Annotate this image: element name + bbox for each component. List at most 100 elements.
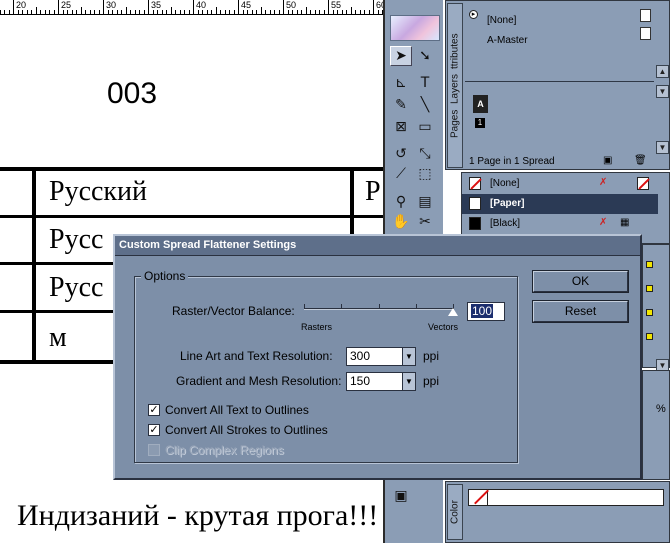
ruler-minor-tick (287, 10, 289, 14)
ruler-minor-tick (44, 10, 46, 14)
ruler-minor-tick (220, 10, 221, 14)
tab-attributes[interactable]: ttributes (450, 33, 461, 69)
convert-text-checkbox[interactable]: ✓ (148, 404, 160, 416)
direct-selection-tool-icon[interactable]: ➘ (414, 46, 436, 66)
ruler-minor-tick (22, 10, 23, 14)
ruler-minor-tick (337, 10, 338, 14)
new-page-icon[interactable]: ▣ (603, 155, 612, 166)
ruler-minor-tick (31, 10, 32, 14)
raster-vector-value: 100 (471, 304, 494, 318)
swatch-label: [Black] (490, 218, 521, 229)
ruler-minor-tick (188, 10, 190, 14)
ruler-minor-tick (224, 10, 226, 14)
page-thumbnail[interactable]: A (473, 95, 488, 113)
scroll-down-icon[interactable]: ▼ (656, 141, 669, 154)
scroll-up-icon[interactable]: ▲ (656, 65, 669, 78)
page-master-letter: A (477, 99, 484, 109)
panel-menu-icon[interactable]: ▸ (469, 10, 478, 19)
gradient-resolution-value: 150 (350, 374, 371, 388)
raster-vector-input[interactable]: 100 (467, 302, 505, 321)
rectangle-frame-tool-icon[interactable]: ⊠ (390, 117, 412, 137)
rotate-tool-icon[interactable]: ↺ (390, 144, 412, 164)
tab-pages[interactable]: Pages (450, 110, 461, 138)
type-tool-icon[interactable]: T (414, 73, 436, 93)
ruler-major-tick (328, 0, 329, 14)
swatch-chip (646, 333, 653, 340)
swatch-row-none[interactable]: [None] ✗ (462, 174, 658, 194)
slider-tick (416, 304, 417, 308)
tab-color[interactable]: Color (447, 484, 463, 540)
scroll-down-icon[interactable]: ▼ (656, 85, 669, 98)
rasters-caption: Rasters (301, 322, 333, 332)
ruler-minor-tick (179, 10, 181, 14)
none-color-icon[interactable] (473, 489, 489, 506)
ruler-minor-tick (319, 10, 320, 14)
free-transform-tool-icon[interactable]: ⬚ (414, 164, 436, 184)
delete-page-icon[interactable]: 🗑 (634, 155, 647, 166)
ruler-minor-tick (85, 10, 86, 14)
swatch-chip (469, 177, 482, 190)
ok-button[interactable]: OK (533, 271, 628, 292)
ruler-label: 35 (151, 0, 162, 10)
options-group-label: Options (141, 269, 189, 283)
pages-panel-tabs[interactable]: Pages Layers ttributes (447, 3, 463, 168)
pencil-tool-icon[interactable]: ✎ (390, 95, 412, 115)
color-ramp[interactable] (468, 489, 664, 506)
master-a[interactable]: A-Master (487, 35, 528, 46)
ruler-label: 50 (286, 0, 297, 10)
pen-tool-icon[interactable]: ⊾ (390, 73, 412, 93)
no-edit-icon: ✗ (599, 177, 608, 188)
swatch-row-black[interactable]: [Black] ✗ ▦ (462, 214, 658, 234)
dialog-titlebar[interactable]: Custom Spread Flattener Settings (115, 236, 640, 256)
swatch-label: [Paper] (490, 198, 525, 209)
ruler-minor-tick (310, 10, 311, 14)
ruler-major-tick (148, 0, 149, 14)
swatch-chip (469, 197, 481, 210)
ruler-minor-tick (170, 7, 172, 14)
ruler-major-tick (13, 0, 14, 14)
ruler-minor-tick (134, 10, 136, 14)
shear-tool-icon[interactable]: ⟋ (390, 164, 412, 184)
ruler-minor-tick (89, 10, 91, 14)
line-tool-icon[interactable]: ╲ (414, 95, 436, 115)
reset-button[interactable]: Reset (533, 301, 628, 322)
ruler-minor-tick (116, 10, 118, 14)
raster-vector-label: Raster/Vector Balance: (172, 304, 295, 318)
master-none[interactable]: [None] (487, 15, 516, 26)
scissors-tool-icon[interactable]: ✂ (414, 212, 436, 232)
swatch-type-icon (637, 177, 650, 190)
ruler-minor-tick (8, 10, 10, 14)
convert-text-label[interactable]: Convert All Text to Outlines (165, 403, 309, 417)
ruler-minor-tick (211, 10, 212, 14)
chevron-down-icon[interactable]: ▼ (402, 373, 415, 390)
selection-tool-icon[interactable]: ➤ (390, 46, 412, 66)
ppi-unit-label: ppi (423, 374, 440, 388)
rectangle-tool-icon[interactable]: ▭ (414, 117, 436, 137)
gradient-tool-icon[interactable]: ▤ (414, 192, 436, 212)
ruler-minor-tick (359, 10, 361, 14)
convert-strokes-checkbox[interactable]: ✓ (148, 424, 160, 436)
ruler-minor-tick (377, 10, 379, 14)
ruler-minor-tick (161, 10, 163, 14)
horizontal-ruler[interactable]: 15202530354045505560 (0, 0, 385, 15)
ruler-minor-tick (121, 10, 122, 14)
line-art-resolution-dropdown[interactable]: 300 ▼ (346, 347, 416, 366)
ruler-minor-tick (314, 10, 316, 14)
slider-thumb[interactable] (448, 308, 458, 316)
ruler-major-tick (373, 0, 374, 14)
ruler-minor-tick (197, 10, 199, 14)
stroke-swatch-icon[interactable]: ▣ (390, 486, 412, 506)
hand-tool-icon[interactable]: ✋ (390, 212, 412, 232)
swatch-row-paper[interactable]: [Paper] (462, 194, 658, 214)
tab-layers[interactable]: Layers (450, 74, 461, 104)
ruler-major-tick (193, 0, 194, 14)
ruler-minor-tick (76, 10, 77, 14)
gradient-resolution-dropdown[interactable]: 150 ▼ (346, 372, 416, 391)
ruler-minor-tick (4, 10, 5, 14)
scale-tool-icon[interactable]: ⤡ (414, 144, 436, 164)
raster-vector-slider[interactable] (304, 308, 454, 310)
convert-strokes-label[interactable]: Convert All Strokes to Outlines (165, 423, 328, 437)
chevron-down-icon[interactable]: ▼ (402, 348, 415, 365)
document-tagline: Индизаний - крутая прога!!! (17, 499, 379, 532)
eyedropper-tool-icon[interactable]: ⚲ (390, 192, 412, 212)
